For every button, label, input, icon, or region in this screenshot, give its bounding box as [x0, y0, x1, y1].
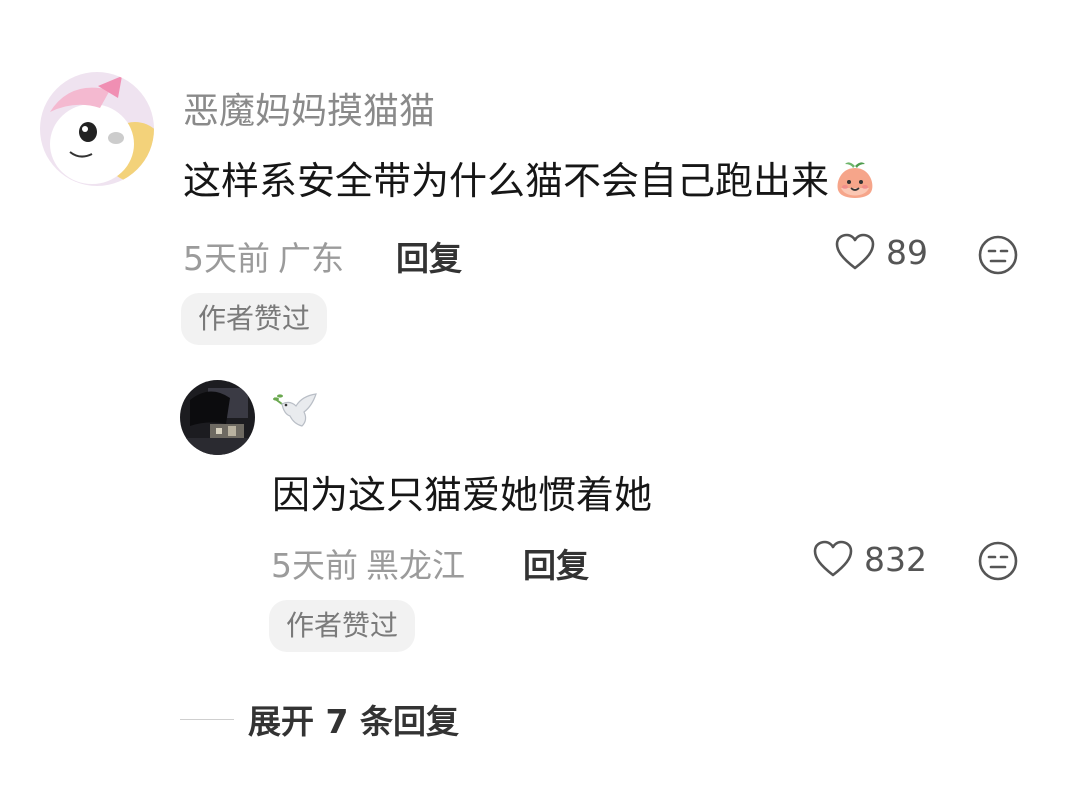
avatar[interactable] — [180, 380, 255, 455]
dove-with-olive-branch-icon — [273, 393, 317, 427]
comment-location: 广东 — [278, 239, 344, 278]
comment-username[interactable]: 恶魔妈妈摸猫猫 — [183, 82, 435, 134]
author-liked-badge: 作者赞过 — [269, 600, 416, 652]
author-liked-badge: 作者赞过 — [181, 293, 328, 345]
unamused-face-icon — [978, 541, 1018, 581]
dislike-button[interactable] — [977, 234, 1019, 276]
comment-text: 这样系安全带为什么猫不会自己跑出来 — [183, 150, 877, 205]
expand-replies-button[interactable]: 展开 7 条回复 — [180, 695, 459, 743]
comment-meta: 5天前 广东 — [183, 232, 344, 280]
like-count: 832 — [864, 539, 927, 579]
anime-character-avatar-icon — [40, 72, 154, 186]
comment-text-body: 这样系安全带为什么猫不会自己跑出来 — [183, 159, 830, 203]
dislike-button[interactable] — [977, 540, 1019, 582]
expand-replies-label: 展开 7 条回复 — [248, 702, 459, 741]
comment-time: 5天前 — [271, 546, 358, 585]
dark-photo-avatar-icon — [180, 380, 255, 455]
reply-button[interactable]: 回复 — [523, 539, 589, 587]
reply-button[interactable]: 回复 — [396, 232, 462, 280]
like-count: 89 — [886, 232, 928, 272]
heart-icon — [835, 233, 875, 270]
comment-time: 5天前 — [183, 239, 270, 278]
unamused-face-icon — [978, 235, 1018, 275]
like-button[interactable]: 832 — [812, 539, 927, 579]
like-button[interactable]: 89 — [834, 232, 928, 272]
heart-icon — [813, 540, 853, 577]
peach-face-emoji-icon — [833, 158, 877, 202]
comment-meta: 5天前 黑龙江 — [271, 539, 465, 587]
comment-location: 黑龙江 — [366, 546, 465, 585]
avatar[interactable] — [40, 72, 154, 186]
comment-text: 因为这只猫爱她惯着她 — [272, 473, 653, 517]
divider — [180, 718, 234, 720]
comment-username[interactable]: 🕊 — [272, 390, 320, 438]
